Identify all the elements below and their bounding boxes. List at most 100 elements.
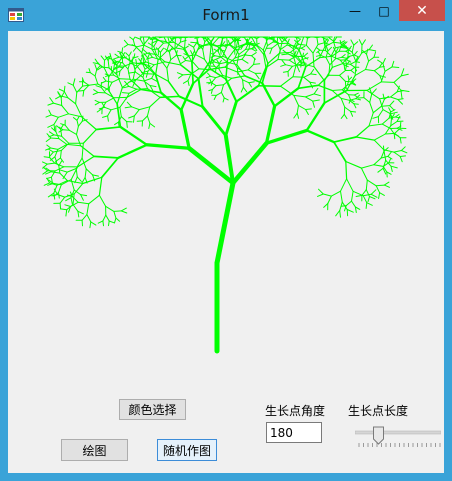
tree-branch xyxy=(105,80,113,83)
tree-branch xyxy=(226,36,228,46)
tree-branch xyxy=(400,73,409,77)
tree-branch xyxy=(396,90,404,93)
tree-branch xyxy=(230,75,246,79)
tree-branch xyxy=(132,46,138,52)
tree-branch xyxy=(338,44,342,52)
tree-branch xyxy=(382,58,386,65)
tree-branch xyxy=(346,178,354,192)
tree-branch xyxy=(313,66,326,82)
tree-branch xyxy=(174,36,176,50)
tree-branch xyxy=(142,73,156,75)
tree-branch xyxy=(248,81,255,84)
tree-branch xyxy=(347,75,350,81)
random-draw-button[interactable]: 随机作图 xyxy=(157,439,217,461)
tree-branch xyxy=(142,115,148,122)
tree-branch xyxy=(370,193,378,198)
tree-branch xyxy=(325,57,331,66)
tree-branch xyxy=(279,76,294,87)
tree-branch xyxy=(292,64,297,78)
tree-branch xyxy=(42,163,48,169)
tree-branch xyxy=(186,145,236,186)
tree-branch xyxy=(76,176,82,182)
close-button[interactable]: ✕ xyxy=(399,0,445,21)
tree-branch xyxy=(248,82,252,88)
minimize-button[interactable]: — xyxy=(342,0,368,21)
tree-branch xyxy=(339,74,346,82)
tree-branch xyxy=(293,112,298,119)
tree-branch xyxy=(360,167,368,181)
tree-branch xyxy=(88,194,100,205)
tree-branch xyxy=(362,193,372,197)
tree-branch xyxy=(149,122,156,128)
tree-branch xyxy=(316,37,319,45)
tree-branch xyxy=(330,190,341,197)
tree-branch xyxy=(159,47,165,53)
tree-branch xyxy=(190,41,198,44)
tree-branch xyxy=(242,86,248,93)
tree-branch xyxy=(141,48,148,54)
tree-branch xyxy=(286,44,294,47)
tree-branch xyxy=(72,117,78,121)
tree-branch xyxy=(350,39,355,46)
tree-branch xyxy=(102,76,107,82)
tree-branch xyxy=(97,220,104,224)
maximize-button[interactable]: □ xyxy=(370,0,398,21)
tree-branch xyxy=(345,160,363,169)
tree-branch xyxy=(312,99,320,102)
tree-branch xyxy=(390,117,392,127)
tree-branch xyxy=(264,128,309,145)
tree-branch xyxy=(368,123,383,127)
tree-branch xyxy=(68,129,77,135)
tree-branch xyxy=(350,69,355,74)
tree-branch xyxy=(360,164,375,169)
tree-branch xyxy=(361,189,367,196)
tree-branch xyxy=(393,75,402,83)
tree-branch xyxy=(362,195,368,204)
tree-branch xyxy=(73,183,84,195)
tree-branch xyxy=(104,106,112,111)
tree-branch xyxy=(353,50,358,56)
tree-branch xyxy=(126,121,128,128)
tree-branch xyxy=(108,81,113,88)
tree-branch xyxy=(303,52,309,57)
tree-branch xyxy=(65,197,72,202)
tree-branch xyxy=(390,111,398,115)
tree-branch xyxy=(49,131,55,136)
tree-branch xyxy=(184,55,190,60)
tree-branch xyxy=(280,64,286,67)
tree-branch xyxy=(147,42,155,47)
tree-branch xyxy=(50,137,60,140)
tree-branch xyxy=(108,220,115,224)
angle-input[interactable] xyxy=(266,422,322,443)
tree-branch xyxy=(350,67,355,71)
tree-branch xyxy=(101,80,107,84)
length-slider[interactable] xyxy=(354,421,442,449)
tree-branch xyxy=(375,184,385,187)
tree-branch xyxy=(372,116,379,119)
tree-branch xyxy=(136,44,145,48)
color-select-button[interactable]: 颜色选择 xyxy=(119,399,186,420)
tree-branch xyxy=(317,42,326,45)
tree-branch xyxy=(342,63,351,65)
tree-branch xyxy=(355,52,363,63)
title-bar[interactable]: Form1 — □ ✕ xyxy=(0,0,452,30)
tree-branch xyxy=(59,202,62,210)
tree-branch xyxy=(377,59,384,65)
tree-branch xyxy=(124,106,133,109)
tree-branch xyxy=(60,208,68,211)
tree-branch xyxy=(214,180,236,266)
tree-branch xyxy=(381,117,390,125)
tree-branch xyxy=(305,109,309,115)
tree-branch xyxy=(60,124,64,130)
tree-branch xyxy=(333,141,347,163)
tree-branch xyxy=(369,101,374,114)
tree-branch xyxy=(167,80,181,98)
draw-button[interactable]: 绘图 xyxy=(61,439,128,461)
tree-branch xyxy=(325,43,327,51)
tree-branch xyxy=(122,92,130,94)
tree-branch xyxy=(381,105,391,107)
tree-branch xyxy=(191,61,200,70)
tree-branch xyxy=(312,100,315,108)
tree-branch xyxy=(378,192,381,199)
tree-branch xyxy=(389,100,395,107)
